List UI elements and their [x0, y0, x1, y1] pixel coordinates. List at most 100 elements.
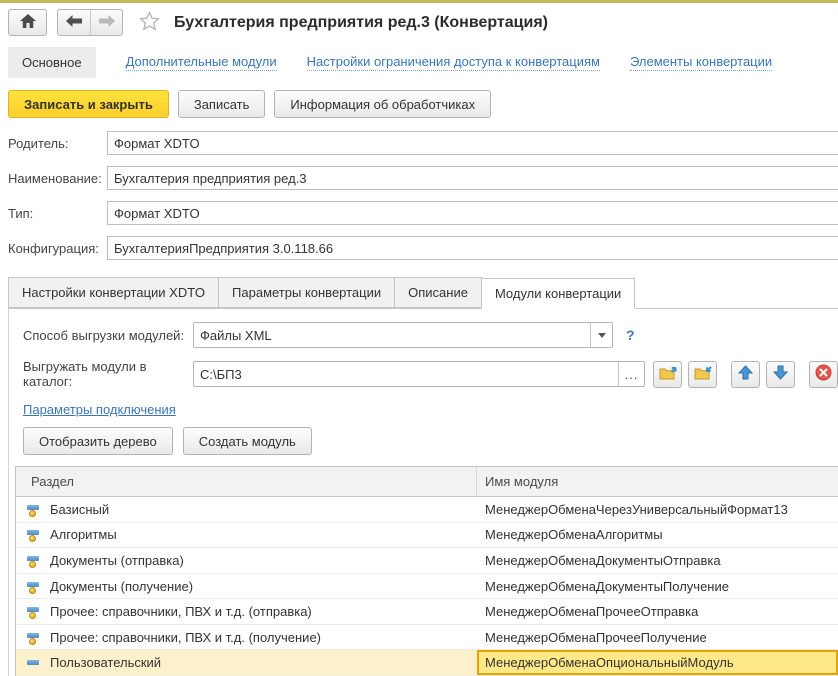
export-method-combobox[interactable] — [193, 322, 613, 348]
connection-parameters-row: Параметры подключения — [23, 402, 838, 417]
browse-folder-button[interactable]: ... — [618, 362, 644, 386]
table-row[interactable]: Документы (получение) МенеджерОбменаДоку… — [16, 574, 838, 600]
module-name-cell[interactable]: МенеджерОбменаПрочееПолучение — [477, 625, 838, 650]
save-and-close-button[interactable]: Записать и закрыть — [8, 90, 169, 118]
export-method-row: Способ выгрузки модулей: ? — [23, 322, 838, 348]
name-field[interactable] — [107, 166, 838, 190]
field-row-parent: Родитель: — [8, 131, 838, 155]
folder-download-icon — [694, 365, 712, 384]
back-icon — [66, 15, 82, 30]
field-row-configuration: Конфигурация: — [8, 236, 838, 260]
module-ball-icon — [26, 604, 42, 619]
handlers-info-button[interactable]: Информация об обработчиках — [274, 90, 491, 118]
configuration-field-label: Конфигурация: — [8, 241, 107, 256]
tab-conversion-modules[interactable]: Модули конвертации — [481, 278, 635, 309]
parent-field[interactable] — [107, 131, 838, 155]
section-cell: Прочее: справочники, ПВХ и т.д. (отправк… — [50, 604, 312, 619]
section-cell: Документы (отправка) — [50, 553, 184, 568]
column-header-module-name[interactable]: Имя модуля — [477, 467, 838, 496]
home-button[interactable] — [8, 9, 47, 36]
home-icon — [20, 14, 36, 31]
arrow-down-icon — [773, 365, 788, 383]
save-button[interactable]: Записать — [178, 90, 266, 118]
main-toolbar: Бухгалтерия предприятия ред.3 (Конвертац… — [0, 3, 838, 41]
column-header-section[interactable]: Раздел — [16, 467, 477, 496]
panel-buttons-row: Отобразить дерево Создать модуль — [23, 427, 838, 455]
section-link-additional-modules[interactable]: Дополнительные модули — [126, 54, 277, 71]
modules-table: Раздел Имя модуля Базисный МенеджерОбмен… — [15, 466, 838, 676]
favorite-star-icon — [139, 11, 160, 34]
table-row[interactable]: Прочее: справочники, ПВХ и т.д. (отправк… — [16, 599, 838, 625]
module-ball-icon — [26, 630, 42, 645]
arrow-up-icon — [738, 365, 753, 383]
table-row[interactable]: Документы (отправка) МенеджерОбменаДокум… — [16, 548, 838, 574]
section-cell: Документы (получение) — [50, 579, 193, 594]
export-modules-button[interactable] — [653, 361, 682, 388]
table-row[interactable]: Алгоритмы МенеджерОбменаАлгоритмы — [16, 523, 838, 549]
move-down-button[interactable] — [766, 361, 795, 388]
help-link[interactable]: ? — [626, 327, 635, 343]
section-nav: Основное Дополнительные модули Настройки… — [0, 41, 838, 90]
forward-button[interactable] — [90, 9, 123, 36]
folder-upload-icon — [659, 365, 677, 384]
command-bar: Записать и закрыть Записать Информация о… — [0, 90, 838, 129]
app-window: Бухгалтерия предприятия ред.3 (Конвертац… — [0, 0, 838, 676]
iconbar-divider — [801, 361, 803, 388]
catalog-path-field[interactable]: ... — [193, 361, 645, 387]
module-bar-icon — [26, 655, 42, 670]
module-ball-icon — [26, 579, 42, 594]
section-cell: Пользовательский — [50, 655, 161, 670]
iconbar-divider — [723, 361, 725, 388]
module-name-cell-active[interactable]: МенеджерОбменаОпциональныйМодуль — [477, 650, 838, 675]
back-button[interactable] — [57, 9, 90, 36]
section-cell: Прочее: справочники, ПВХ и т.д. (получен… — [50, 630, 321, 645]
show-tree-button[interactable]: Отобразить дерево — [23, 427, 173, 455]
section-link-access-restrictions[interactable]: Настройки ограничения доступа к конверта… — [307, 54, 600, 71]
catalog-label: Выгружать модули в каталог: — [23, 359, 193, 389]
name-field-label: Наименование: — [8, 171, 107, 186]
delete-button[interactable] — [809, 361, 838, 388]
delete-icon — [815, 364, 832, 384]
forward-icon — [99, 15, 115, 30]
field-row-type: Тип: — [8, 201, 838, 225]
module-name-cell[interactable]: МенеджерОбменаДокументыПолучение — [477, 574, 838, 599]
type-field[interactable] — [107, 201, 838, 225]
catalog-row: Выгружать модули в каталог: ... — [23, 359, 838, 389]
parent-field-label: Родитель: — [8, 136, 107, 151]
history-nav-group — [57, 9, 123, 36]
module-name-cell[interactable]: МенеджерОбменаАлгоритмы — [477, 523, 838, 548]
import-modules-button[interactable] — [688, 361, 717, 388]
module-name-cell[interactable]: МенеджерОбменаПрочееОтправка — [477, 599, 838, 624]
modules-table-header: Раздел Имя модуля — [16, 467, 838, 497]
connection-parameters-link[interactable]: Параметры подключения — [23, 402, 176, 417]
tab-conversion-parameters[interactable]: Параметры конвертации — [218, 277, 395, 308]
move-up-button[interactable] — [731, 361, 760, 388]
chevron-down-icon — [598, 333, 606, 338]
attributes-form: Родитель: Наименование: Тип: Конфигураци… — [0, 129, 838, 275]
table-row-selected[interactable]: Пользовательский МенеджерОбменаОпциональ… — [16, 650, 838, 676]
section-tab-main[interactable]: Основное — [8, 47, 96, 78]
conversion-modules-panel: Способ выгрузки модулей: ? Выгружать мод… — [8, 308, 838, 676]
configuration-field[interactable] — [107, 236, 838, 260]
favorite-button[interactable] — [139, 11, 160, 34]
module-name-cell[interactable]: МенеджерОбменаЧерезУниверсальныйФормат13 — [477, 497, 838, 522]
module-ball-icon — [26, 502, 42, 517]
export-method-dropdown-button[interactable] — [590, 323, 612, 347]
create-module-button[interactable]: Создать модуль — [183, 427, 312, 455]
catalog-path-value[interactable] — [194, 362, 618, 386]
module-name-cell[interactable]: МенеджерОбменаДокументыОтправка — [477, 548, 838, 573]
tab-description[interactable]: Описание — [394, 277, 482, 308]
module-ball-icon — [26, 553, 42, 568]
section-cell: Алгоритмы — [50, 527, 117, 542]
field-row-name: Наименование: — [8, 166, 838, 190]
export-method-value[interactable] — [194, 323, 590, 347]
conversion-tabstrip: Настройки конвертации XDTO Параметры кон… — [8, 277, 838, 308]
page-title: Бухгалтерия предприятия ред.3 (Конвертац… — [174, 14, 548, 32]
section-cell: Базисный — [50, 502, 109, 517]
tab-xdto-settings[interactable]: Настройки конвертации XDTO — [8, 277, 219, 308]
table-row[interactable]: Прочее: справочники, ПВХ и т.д. (получен… — [16, 625, 838, 651]
type-field-label: Тип: — [8, 206, 107, 221]
section-link-conversion-elements[interactable]: Элементы конвертации — [630, 54, 772, 71]
table-row[interactable]: Базисный МенеджерОбменаЧерезУниверсальны… — [16, 497, 838, 523]
export-method-label: Способ выгрузки модулей: — [23, 328, 193, 343]
